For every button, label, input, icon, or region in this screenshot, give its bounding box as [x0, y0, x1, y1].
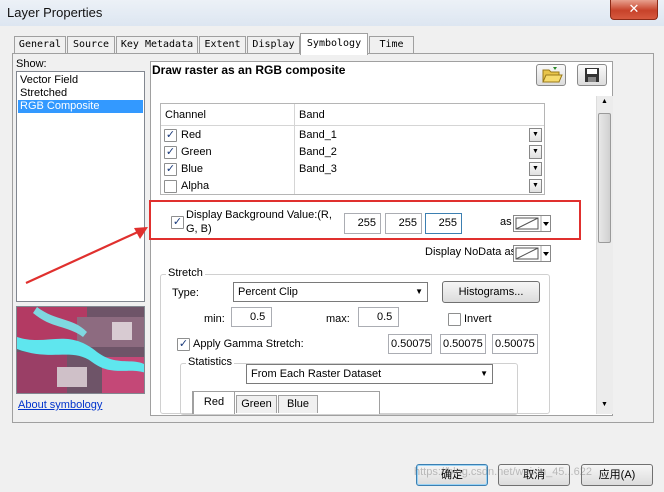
- display-nodata-label: Display NoData as: [425, 246, 517, 258]
- invert-checkbox[interactable]: [448, 313, 461, 326]
- tab-source[interactable]: Source: [67, 36, 115, 54]
- channel-blue-label: Blue: [181, 163, 204, 175]
- scroll-down-icon[interactable]: ▼: [601, 401, 608, 408]
- band-blue-select[interactable]: Band_3: [299, 161, 337, 177]
- channel-band-grid: Channel Band: [160, 103, 545, 195]
- stats-tab-green[interactable]: Green: [236, 395, 277, 413]
- background-color-picker[interactable]: [513, 215, 551, 232]
- stretch-type-label: Type:: [172, 287, 199, 299]
- channel-red-label: Red: [181, 129, 202, 141]
- band-red-select[interactable]: Band_1: [299, 127, 337, 143]
- as-label: as: [500, 216, 512, 228]
- tab-symbology[interactable]: Symbology: [300, 33, 368, 55]
- gamma-stretch-checkbox[interactable]: ✓: [177, 338, 190, 351]
- gamma-blue-input[interactable]: 0.50075: [492, 334, 538, 354]
- chevron-down-icon: ▼: [415, 287, 423, 296]
- display-background-label: Display Background Value:(R, G, B): [186, 209, 332, 235]
- scroll-up-icon[interactable]: ▲: [601, 98, 608, 105]
- tab-extent[interactable]: Extent: [199, 36, 246, 54]
- nodata-color-picker[interactable]: [513, 245, 551, 262]
- green-channel-checkbox[interactable]: ✓: [164, 146, 177, 159]
- scroll-thumb[interactable]: [598, 113, 611, 243]
- stretch-type-value: Percent Clip: [238, 286, 298, 298]
- channel-alpha-label: Alpha: [181, 180, 210, 192]
- display-background-checkbox[interactable]: ✓: [171, 216, 184, 229]
- max-input[interactable]: 0.5: [358, 307, 399, 327]
- blue-channel-checkbox[interactable]: ✓: [164, 163, 177, 176]
- background-b-input[interactable]: 255: [425, 213, 462, 234]
- alpha-channel-checkbox[interactable]: [164, 180, 177, 193]
- band-green-select[interactable]: Band_2: [299, 144, 337, 160]
- stretch-type-select[interactable]: Percent Clip ▼: [233, 282, 428, 302]
- min-input[interactable]: 0.5: [231, 307, 272, 327]
- list-item-vector-field[interactable]: Vector Field: [18, 74, 143, 87]
- min-label: min:: [204, 313, 225, 325]
- statistics-source-value: From Each Raster Dataset: [251, 368, 382, 380]
- watermark-text: https://blog.csdn.net/weixin_45...622: [414, 466, 592, 478]
- list-item-stretched[interactable]: Stretched: [18, 87, 143, 100]
- band-alpha-dropdown-icon[interactable]: ▼: [529, 179, 542, 193]
- save-layer-file-button[interactable]: [577, 64, 607, 86]
- close-button[interactable]: ✕: [610, 0, 658, 20]
- statistics-group-label: Statistics: [186, 356, 235, 368]
- stats-tab-blue[interactable]: Blue: [278, 395, 318, 413]
- histograms-button[interactable]: Histograms...: [442, 281, 540, 303]
- symbology-preview-image: [16, 306, 145, 394]
- tab-key-metadata[interactable]: Key Metadata: [116, 36, 198, 54]
- invert-label: Invert: [464, 313, 492, 325]
- color-swatch-icon: [515, 246, 549, 261]
- gamma-stretch-label: Apply Gamma Stretch:: [193, 338, 304, 350]
- tab-general[interactable]: General: [14, 36, 66, 54]
- band-red-dropdown-icon[interactable]: ▼: [529, 128, 542, 142]
- background-r-input[interactable]: 255: [344, 213, 381, 234]
- stats-tab-red[interactable]: Red: [193, 391, 235, 414]
- grid-header: [161, 104, 544, 126]
- red-channel-checkbox[interactable]: ✓: [164, 129, 177, 142]
- close-icon: ✕: [628, 1, 640, 16]
- save-disk-icon: [585, 68, 599, 82]
- window-title: Layer Properties: [7, 5, 103, 20]
- color-swatch-icon: [515, 216, 549, 231]
- column-header-band: Band: [299, 109, 325, 121]
- channel-green-label: Green: [181, 146, 212, 158]
- grid-divider: [294, 104, 295, 194]
- gamma-green-input[interactable]: 0.50075: [440, 334, 486, 354]
- band-green-dropdown-icon[interactable]: ▼: [529, 145, 542, 159]
- stretch-group-label: Stretch: [166, 267, 205, 279]
- list-item-rgb-composite[interactable]: RGB Composite: [18, 100, 143, 113]
- show-label: Show:: [16, 58, 47, 70]
- annotation-arrow-icon: [25, 227, 148, 285]
- renderer-heading: Draw raster as an RGB composite: [152, 63, 346, 77]
- tab-time[interactable]: Time: [369, 36, 414, 54]
- tab-display[interactable]: Display: [247, 36, 300, 54]
- band-blue-dropdown-icon[interactable]: ▼: [529, 162, 542, 176]
- column-header-channel: Channel: [165, 109, 206, 121]
- about-symbology-link[interactable]: About symbology: [18, 399, 102, 411]
- statistics-source-select[interactable]: From Each Raster Dataset ▼: [246, 364, 493, 384]
- folder-open-icon: [542, 67, 563, 83]
- max-label: max:: [326, 313, 350, 325]
- chevron-down-icon: ▼: [480, 369, 488, 378]
- open-layer-file-button[interactable]: [536, 64, 566, 86]
- gamma-red-input[interactable]: 0.50075: [388, 334, 432, 354]
- background-g-input[interactable]: 255: [385, 213, 422, 234]
